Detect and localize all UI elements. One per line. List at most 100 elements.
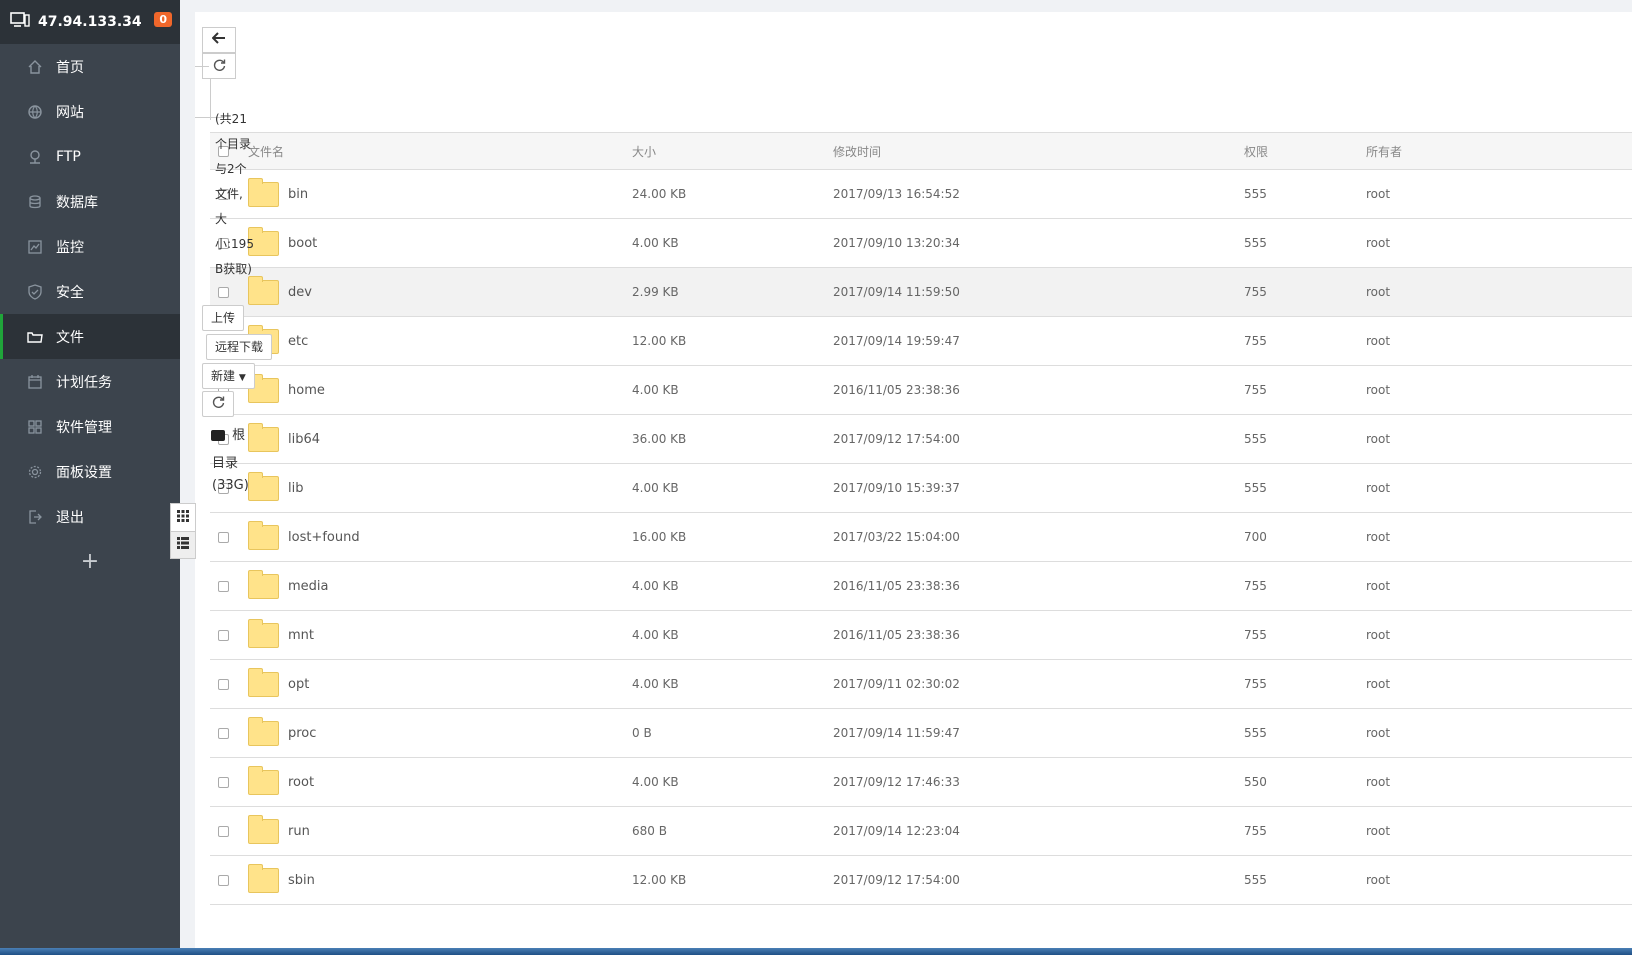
row-checkbox[interactable] — [218, 611, 229, 659]
col-size[interactable]: 大小 — [632, 133, 656, 169]
new-dropdown-button[interactable]: 新建 ▼ — [202, 363, 255, 389]
sidebar-item-0[interactable]: 首页 — [0, 44, 180, 89]
file-permission[interactable]: 555 — [1244, 219, 1267, 267]
file-permission[interactable]: 555 — [1244, 415, 1267, 463]
file-owner[interactable]: root — [1366, 660, 1390, 708]
table-row[interactable]: sbin 12.00 KB 2017/09/12 17:54:00 555 root — [210, 856, 1632, 905]
table-row[interactable]: lib64 36.00 KB 2017/09/12 17:54:00 555 root — [210, 415, 1632, 464]
row-checkbox[interactable] — [218, 856, 229, 904]
col-filename[interactable]: 文件名 — [248, 133, 284, 169]
folder-icon[interactable] — [248, 562, 279, 610]
file-owner[interactable]: root — [1366, 856, 1390, 904]
folder-icon[interactable] — [248, 856, 279, 904]
grid-view-button[interactable] — [171, 504, 195, 531]
folder-icon[interactable] — [248, 513, 279, 561]
table-row[interactable]: run 680 B 2017/09/14 12:23:04 755 root — [210, 807, 1632, 856]
table-row[interactable]: bin 24.00 KB 2017/09/13 16:54:52 555 root — [210, 170, 1632, 219]
file-name[interactable]: mnt — [288, 611, 314, 659]
file-permission[interactable]: 555 — [1244, 464, 1267, 512]
file-owner[interactable]: root — [1366, 709, 1390, 757]
col-owner[interactable]: 所有者 — [1366, 133, 1402, 169]
file-permission[interactable]: 700 — [1244, 513, 1267, 561]
file-owner[interactable]: root — [1366, 415, 1390, 463]
remote-download-button[interactable]: 远程下载 — [206, 334, 273, 360]
file-permission[interactable]: 555 — [1244, 709, 1267, 757]
file-owner[interactable]: root — [1366, 317, 1390, 365]
path-input[interactable] — [210, 78, 211, 120]
add-shortcut-button[interactable]: + — [0, 539, 180, 584]
folder-icon[interactable] — [248, 709, 279, 757]
sidebar-item-4[interactable]: 监控 — [0, 224, 180, 269]
file-name[interactable]: boot — [288, 219, 317, 267]
table-row[interactable]: home 4.00 KB 2016/11/05 23:38:36 755 root — [210, 366, 1632, 415]
file-name[interactable]: run — [288, 807, 310, 855]
file-owner[interactable]: root — [1366, 513, 1390, 561]
file-permission[interactable]: 755 — [1244, 660, 1267, 708]
back-button[interactable] — [202, 27, 236, 53]
table-row[interactable]: mnt 4.00 KB 2016/11/05 23:38:36 755 root — [210, 611, 1632, 660]
sidebar-item-6[interactable]: 文件 — [0, 314, 180, 359]
sidebar-item-2[interactable]: FTP — [0, 134, 180, 179]
notification-badge[interactable]: 0 — [154, 12, 172, 27]
file-name[interactable]: dev — [288, 268, 312, 316]
file-name[interactable]: media — [288, 562, 329, 610]
file-name[interactable]: bin — [288, 170, 308, 218]
file-permission[interactable]: 755 — [1244, 562, 1267, 610]
file-name[interactable]: lib — [288, 464, 303, 512]
sidebar-item-7[interactable]: 计划任务 — [0, 359, 180, 404]
file-owner[interactable]: root — [1366, 170, 1390, 218]
row-checkbox[interactable] — [218, 709, 229, 757]
col-permission[interactable]: 权限 — [1244, 133, 1268, 169]
file-owner[interactable]: root — [1366, 758, 1390, 806]
file-permission[interactable]: 755 — [1244, 268, 1267, 316]
row-checkbox[interactable] — [218, 807, 229, 855]
file-owner[interactable]: root — [1366, 219, 1390, 267]
folder-icon[interactable] — [248, 268, 279, 316]
file-name[interactable]: lib64 — [288, 415, 320, 463]
file-name[interactable]: root — [288, 758, 314, 806]
sidebar-item-10[interactable]: 退出 — [0, 494, 180, 539]
refresh-list-button[interactable] — [202, 391, 234, 417]
file-permission[interactable]: 555 — [1244, 170, 1267, 218]
sidebar-item-1[interactable]: 网站 — [0, 89, 180, 134]
col-modified[interactable]: 修改时间 — [833, 133, 881, 169]
file-name[interactable]: lost+found — [288, 513, 360, 561]
file-name[interactable]: sbin — [288, 856, 315, 904]
row-checkbox[interactable] — [218, 513, 229, 561]
file-permission[interactable]: 550 — [1244, 758, 1267, 806]
file-owner[interactable]: root — [1366, 366, 1390, 414]
sidebar-item-9[interactable]: 面板设置 — [0, 449, 180, 494]
folder-icon[interactable] — [248, 464, 279, 512]
file-permission[interactable]: 755 — [1244, 807, 1267, 855]
file-permission[interactable]: 755 — [1244, 611, 1267, 659]
row-checkbox[interactable] — [218, 758, 229, 806]
file-owner[interactable]: root — [1366, 611, 1390, 659]
table-row[interactable]: proc 0 B 2017/09/14 11:59:47 555 root — [210, 709, 1632, 758]
sidebar-item-5[interactable]: 安全 — [0, 269, 180, 314]
folder-icon[interactable] — [248, 807, 279, 855]
file-owner[interactable]: root — [1366, 464, 1390, 512]
table-row[interactable]: lib 4.00 KB 2017/09/10 15:39:37 555 root — [210, 464, 1632, 513]
row-checkbox[interactable] — [218, 660, 229, 708]
disk-root-button[interactable]: 根 — [211, 424, 245, 443]
table-row[interactable]: lost+found 16.00 KB 2017/03/22 15:04:00 700… — [210, 513, 1632, 562]
sidebar-item-8[interactable]: 软件管理 — [0, 404, 180, 449]
table-row[interactable]: boot 4.00 KB 2017/09/10 13:20:34 555 root — [210, 219, 1632, 268]
table-row[interactable]: dev 2.99 KB 2017/09/14 11:59:50 755 root — [210, 268, 1632, 317]
file-name[interactable]: etc — [288, 317, 308, 365]
folder-icon[interactable] — [248, 611, 279, 659]
folder-icon[interactable] — [248, 758, 279, 806]
file-name[interactable]: home — [288, 366, 325, 414]
table-row[interactable]: media 4.00 KB 2016/11/05 23:38:36 755 root — [210, 562, 1632, 611]
list-view-button[interactable] — [171, 531, 195, 558]
file-name[interactable]: opt — [288, 660, 309, 708]
file-owner[interactable]: root — [1366, 268, 1390, 316]
folder-icon[interactable] — [248, 415, 279, 463]
folder-icon[interactable] — [248, 170, 279, 218]
table-row[interactable]: opt 4.00 KB 2017/09/11 02:30:02 755 root — [210, 660, 1632, 709]
table-row[interactable]: etc 12.00 KB 2017/09/14 19:59:47 755 root — [210, 317, 1632, 366]
folder-icon[interactable] — [248, 660, 279, 708]
file-permission[interactable]: 555 — [1244, 856, 1267, 904]
upload-button[interactable]: 上传 — [202, 305, 245, 331]
row-checkbox[interactable] — [218, 562, 229, 610]
